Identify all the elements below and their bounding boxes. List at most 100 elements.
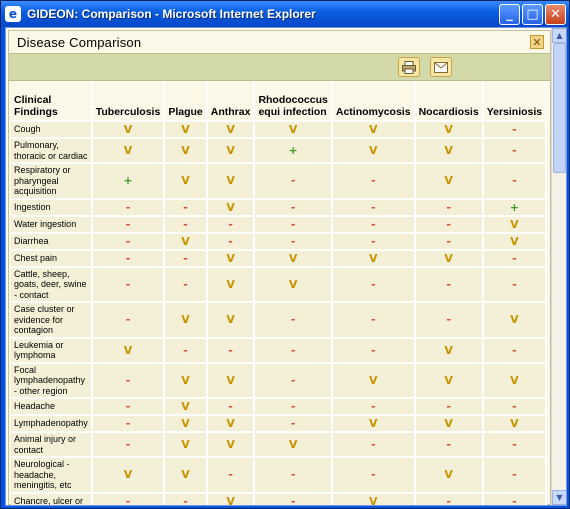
finding-present-mark: V bbox=[254, 431, 333, 457]
finding-absent-mark: - bbox=[331, 336, 416, 363]
panel-close-button[interactable]: ✕ bbox=[530, 35, 544, 49]
scroll-up-icon[interactable]: ▲ bbox=[552, 28, 566, 43]
clinical-finding-label: Leukemia or lymphoma bbox=[11, 336, 93, 363]
table-row: Focal lymphadenopathy - other region - V V -… bbox=[11, 361, 548, 398]
table-row: Headache - V - - - - - bbox=[11, 397, 548, 415]
maximize-button[interactable]: □ bbox=[522, 4, 543, 25]
finding-absent-mark: - bbox=[331, 301, 416, 338]
scroll-thumb[interactable] bbox=[553, 43, 566, 173]
finding-present-mark: V bbox=[482, 231, 548, 250]
clinical-finding-label: Pulmonary, thoracic or cardiac bbox=[11, 137, 93, 163]
finding-present-mark: V bbox=[414, 248, 484, 267]
disease-header[interactable]: Yersiniosis bbox=[482, 81, 548, 121]
disease-header[interactable]: Actinomycosis bbox=[331, 81, 416, 121]
table-header-row: Clinical Findings Tuberculosis Plague An… bbox=[11, 81, 548, 121]
email-button[interactable] bbox=[430, 57, 452, 77]
clinical-finding-label: Neurological - headache, meningitis, etc bbox=[11, 456, 93, 493]
finding-absent-mark: - bbox=[414, 214, 484, 233]
finding-absent-mark: - bbox=[206, 231, 256, 250]
panel-title: Disease Comparison bbox=[17, 34, 142, 50]
disease-header[interactable]: Anthrax bbox=[206, 81, 256, 121]
finding-absent-mark: - bbox=[482, 336, 548, 363]
finding-absent-mark: - bbox=[482, 248, 548, 267]
finding-present-mark: V bbox=[164, 431, 208, 457]
table-row: Cattle, sheep, goats, deer, swine - cont… bbox=[11, 265, 548, 302]
finding-present-mark: V bbox=[254, 248, 333, 267]
disease-header[interactable]: Plague bbox=[164, 81, 208, 121]
clinical-finding-label: Chancre, ulcer or bbox=[11, 491, 93, 505]
finding-strong-mark: + bbox=[254, 137, 333, 163]
clinical-finding-label: Focal lymphadenopathy - other region bbox=[11, 361, 93, 398]
minimize-button[interactable]: _ bbox=[499, 4, 520, 25]
finding-present-mark: V bbox=[414, 137, 484, 163]
finding-present-mark: V bbox=[206, 162, 256, 199]
finding-present-mark: V bbox=[164, 456, 208, 493]
finding-absent-mark: - bbox=[164, 214, 208, 233]
finding-present-mark: V bbox=[206, 491, 256, 505]
ie-logo-icon: e bbox=[5, 6, 21, 22]
finding-present-mark: V bbox=[206, 414, 256, 432]
finding-present-mark: V bbox=[206, 120, 256, 138]
finding-present-mark: V bbox=[206, 248, 256, 267]
clinical-finding-label: Cattle, sheep, goats, deer, swine - cont… bbox=[11, 265, 93, 302]
finding-present-mark: V bbox=[482, 361, 548, 398]
finding-present-mark: V bbox=[331, 361, 416, 398]
finding-absent-mark: - bbox=[91, 361, 166, 398]
finding-present-mark: V bbox=[206, 431, 256, 457]
printer-icon bbox=[402, 60, 416, 74]
finding-absent-mark: - bbox=[482, 456, 548, 493]
finding-present-mark: V bbox=[91, 456, 166, 493]
finding-present-mark: V bbox=[331, 137, 416, 163]
finding-present-mark: V bbox=[91, 137, 166, 163]
finding-present-mark: V bbox=[206, 361, 256, 398]
clinical-finding-label: Ingestion bbox=[11, 197, 93, 216]
close-window-button[interactable]: ✕ bbox=[545, 4, 566, 25]
finding-present-mark: V bbox=[206, 137, 256, 163]
finding-absent-mark: - bbox=[254, 231, 333, 250]
disease-header[interactable]: Rhodococcus equi infection bbox=[254, 81, 333, 121]
finding-present-mark: V bbox=[206, 197, 256, 216]
finding-absent-mark: - bbox=[91, 231, 166, 250]
finding-present-mark: V bbox=[414, 361, 484, 398]
finding-absent-mark: - bbox=[331, 231, 416, 250]
vertical-scrollbar[interactable]: ▲ ▼ bbox=[551, 28, 566, 505]
finding-present-mark: V bbox=[164, 301, 208, 338]
finding-strong-mark: + bbox=[482, 197, 548, 216]
finding-absent-mark: - bbox=[414, 197, 484, 216]
table-row: Case cluster or evidence for contagion - V… bbox=[11, 301, 548, 338]
clinical-findings-header: Clinical Findings bbox=[11, 81, 93, 121]
finding-absent-mark: - bbox=[206, 397, 256, 415]
print-button[interactable] bbox=[398, 57, 420, 77]
table-row: Animal injury or contact - V V V - - - bbox=[11, 431, 548, 457]
clinical-finding-label: Chest pain bbox=[11, 248, 93, 267]
finding-present-mark: V bbox=[206, 301, 256, 338]
finding-absent-mark: - bbox=[164, 197, 208, 216]
finding-absent-mark: - bbox=[482, 431, 548, 457]
clinical-finding-label: Animal injury or contact bbox=[11, 431, 93, 457]
clinical-finding-label: Case cluster or evidence for contagion bbox=[11, 301, 93, 338]
finding-absent-mark: - bbox=[164, 265, 208, 302]
finding-absent-mark: - bbox=[254, 361, 333, 398]
finding-absent-mark: - bbox=[414, 431, 484, 457]
title-bar[interactable]: e GIDEON: Comparison - Microsoft Interne… bbox=[1, 1, 569, 27]
finding-absent-mark: - bbox=[254, 197, 333, 216]
finding-present-mark: V bbox=[414, 162, 484, 199]
comparison-panel: Disease Comparison ✕ Clinical Findings T… bbox=[8, 30, 551, 505]
scroll-down-icon[interactable]: ▼ bbox=[552, 490, 566, 505]
disease-header[interactable]: Tuberculosis bbox=[91, 81, 166, 121]
finding-absent-mark: - bbox=[482, 491, 548, 505]
finding-absent-mark: - bbox=[331, 431, 416, 457]
finding-present-mark: V bbox=[414, 120, 484, 138]
finding-absent-mark: - bbox=[91, 301, 166, 338]
finding-absent-mark: - bbox=[482, 120, 548, 138]
table-row: Leukemia or lymphoma V - - - - V - bbox=[11, 336, 548, 363]
disease-header[interactable]: Nocardiosis bbox=[414, 81, 484, 121]
finding-present-mark: V bbox=[164, 361, 208, 398]
finding-absent-mark: - bbox=[414, 491, 484, 505]
finding-absent-mark: - bbox=[91, 248, 166, 267]
finding-absent-mark: - bbox=[206, 456, 256, 493]
finding-absent-mark: - bbox=[331, 456, 416, 493]
finding-absent-mark: - bbox=[91, 214, 166, 233]
finding-absent-mark: - bbox=[206, 214, 256, 233]
finding-present-mark: V bbox=[91, 120, 166, 138]
